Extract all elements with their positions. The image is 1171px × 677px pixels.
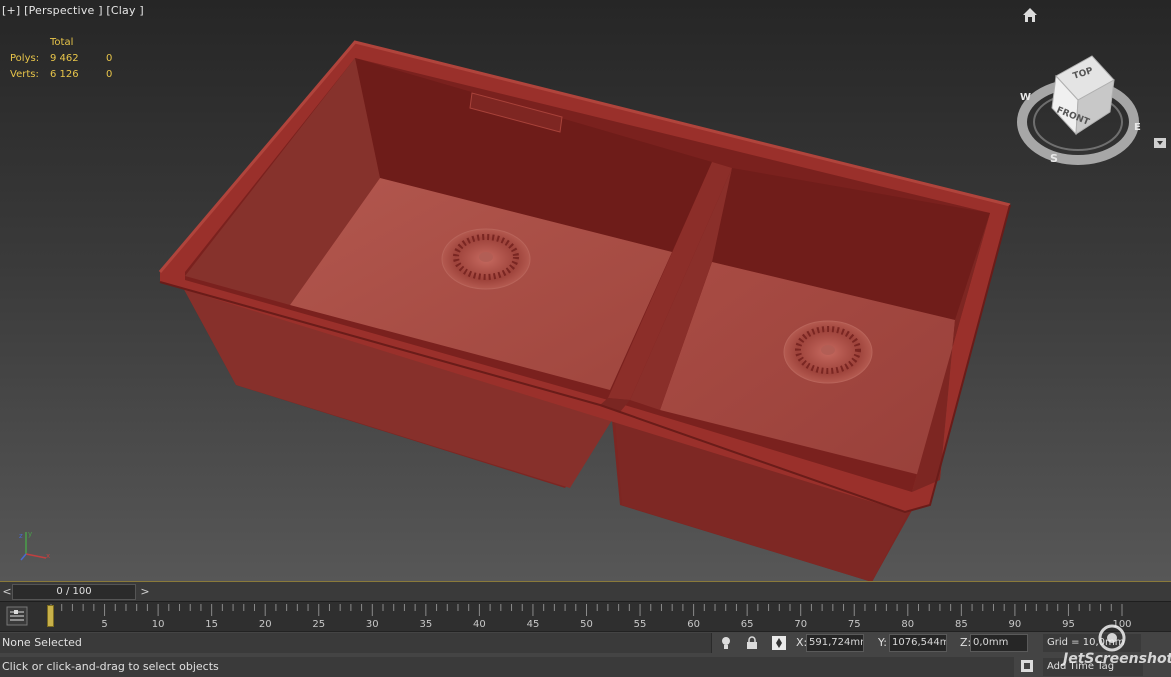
ruler-label: 60 <box>687 619 700 630</box>
ruler-label: 25 <box>312 619 325 630</box>
svg-text:z: z <box>19 532 23 540</box>
ruler-label: 65 <box>741 619 754 630</box>
ruler-label: 40 <box>473 619 486 630</box>
stats-total: 6 126 <box>50 68 79 80</box>
ruler-label: 85 <box>955 619 968 630</box>
y-label: Y: <box>878 636 887 649</box>
ruler-label: 75 <box>848 619 861 630</box>
stats-row-verts: Verts: 6 126 0 <box>10 66 126 82</box>
transform-mode-icon[interactable] <box>771 635 787 651</box>
time-tag-icon[interactable] <box>1020 659 1034 673</box>
left-drain <box>441 228 531 290</box>
time-slider-bar: < 0 / 100 > <box>0 581 1171 601</box>
z-coordinate-field[interactable]: 0,0mm <box>970 634 1028 652</box>
stats-label: Polys: <box>10 52 40 64</box>
track-bar[interactable]: 0510152025303540455055606570758085909510… <box>0 601 1171 631</box>
x-coordinate-field[interactable]: 591,724mm <box>806 634 864 652</box>
stats-selected: 0 <box>106 52 113 64</box>
stats-selected: 0 <box>106 68 113 80</box>
svg-text:y: y <box>28 530 32 538</box>
lock-icon[interactable] <box>744 635 760 651</box>
ruler-label: 20 <box>259 619 272 630</box>
ruler-label: 90 <box>1009 619 1022 630</box>
prompt-line: Click or click-and-drag to select object… <box>0 657 1014 677</box>
time-slider[interactable]: 0 / 100 <box>12 584 136 600</box>
stats-header: Total <box>50 36 74 48</box>
viewcube-menu-icon[interactable] <box>1154 138 1166 148</box>
ruler-label: 35 <box>419 619 432 630</box>
viewcube-south-label[interactable]: S <box>1050 152 1058 165</box>
status-bar: None Selected X: 591,724mm Y: 1076,544mm… <box>0 631 1171 677</box>
perspective-viewport[interactable]: [+] [Perspective ] [Clay ] Total Polys: … <box>0 0 1171 581</box>
watermark-text: JetScreenshot <box>1063 651 1171 667</box>
stats-total: 9 462 <box>50 52 79 64</box>
axis-tripod-icon: y x z <box>19 530 50 561</box>
ruler-label: 10 <box>152 619 165 630</box>
ruler-label: 5 <box>101 619 107 630</box>
viewcube-east-label[interactable]: E <box>1134 122 1141 133</box>
stats-label: Verts: <box>10 68 39 80</box>
watermark-logo <box>1098 624 1126 652</box>
next-frame-button[interactable]: > <box>138 585 152 599</box>
current-frame-marker[interactable] <box>47 605 54 627</box>
ruler-label: 70 <box>794 619 807 630</box>
viewcube[interactable]: TOP FRONT W S E <box>1016 50 1150 170</box>
ruler-label: 15 <box>205 619 218 630</box>
ruler-label: 55 <box>634 619 647 630</box>
curve-editor-icon[interactable] <box>6 606 28 626</box>
home-icon[interactable] <box>1021 6 1039 24</box>
scene-statistics: Total Polys: 9 462 0 Verts: 6 126 0 <box>10 34 126 82</box>
svg-text:x: x <box>46 552 50 560</box>
sink-model[interactable] <box>0 0 1171 581</box>
viewport-label[interactable]: [+] [Perspective ] [Clay ] <box>2 4 144 17</box>
ruler-label: 80 <box>901 619 914 630</box>
right-drain <box>783 320 873 384</box>
selection-status: None Selected <box>0 633 712 653</box>
y-coordinate-field[interactable]: 1076,544mm <box>889 634 947 652</box>
isolate-icon[interactable] <box>718 635 734 651</box>
viewcube-west-label[interactable]: W <box>1020 92 1031 103</box>
stats-row-polys: Polys: 9 462 0 <box>10 50 126 66</box>
ruler-label: 50 <box>580 619 593 630</box>
ruler-label: 45 <box>527 619 540 630</box>
ruler-label: 30 <box>366 619 379 630</box>
frame-ruler[interactable]: 0510152025303540455055606570758085909510… <box>0 602 1171 632</box>
